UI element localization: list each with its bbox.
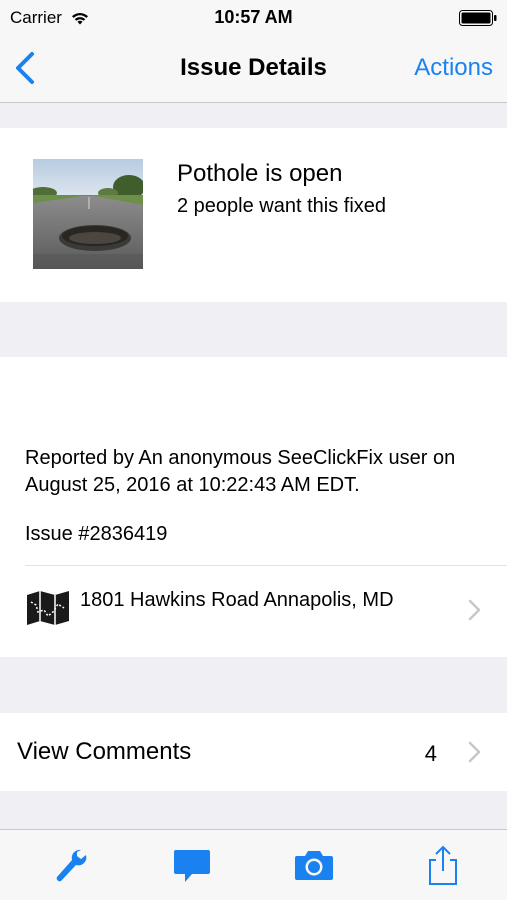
- status-bar: Carrier 10:57 AM: [0, 0, 507, 36]
- address-row[interactable]: 1801 Hawkins Road Annapolis, MD: [0, 566, 507, 657]
- issue-summary-card: Pothole is open 2 people want this fixed: [0, 128, 507, 302]
- chevron-right-icon: [468, 599, 481, 621]
- view-comments-label: View Comments: [17, 738, 192, 765]
- pothole-photo: [33, 159, 143, 269]
- tab-bar: [0, 829, 507, 900]
- actions-button[interactable]: Actions: [414, 54, 493, 82]
- issue-thumbnail[interactable]: [33, 159, 143, 269]
- issue-number: Issue #2836419: [25, 523, 168, 545]
- share-icon[interactable]: [423, 844, 463, 886]
- wrench-icon[interactable]: [50, 844, 90, 886]
- comment-icon[interactable]: [172, 844, 212, 886]
- comment-count: 4: [424, 741, 437, 766]
- want-fixed-count: 2 people want this fixed: [177, 195, 387, 217]
- issue-details-card: Reported by An anonymous SeeClickFix use…: [0, 357, 507, 657]
- navigation-bar: Issue Details Actions: [0, 36, 507, 103]
- address-text: 1801 Hawkins Road Annapolis, MD: [80, 589, 394, 611]
- battery-icon: [459, 10, 497, 26]
- issue-status: Pothole is open: [177, 160, 343, 187]
- view-comments-row[interactable]: View Comments 4: [0, 713, 507, 791]
- clock: 10:57 AM: [214, 7, 293, 27]
- reported-by-text: Reported by An anonymous SeeClickFix use…: [25, 447, 456, 496]
- map-icon: [27, 591, 69, 625]
- camera-icon[interactable]: [294, 844, 334, 886]
- chevron-right-icon: [468, 741, 481, 763]
